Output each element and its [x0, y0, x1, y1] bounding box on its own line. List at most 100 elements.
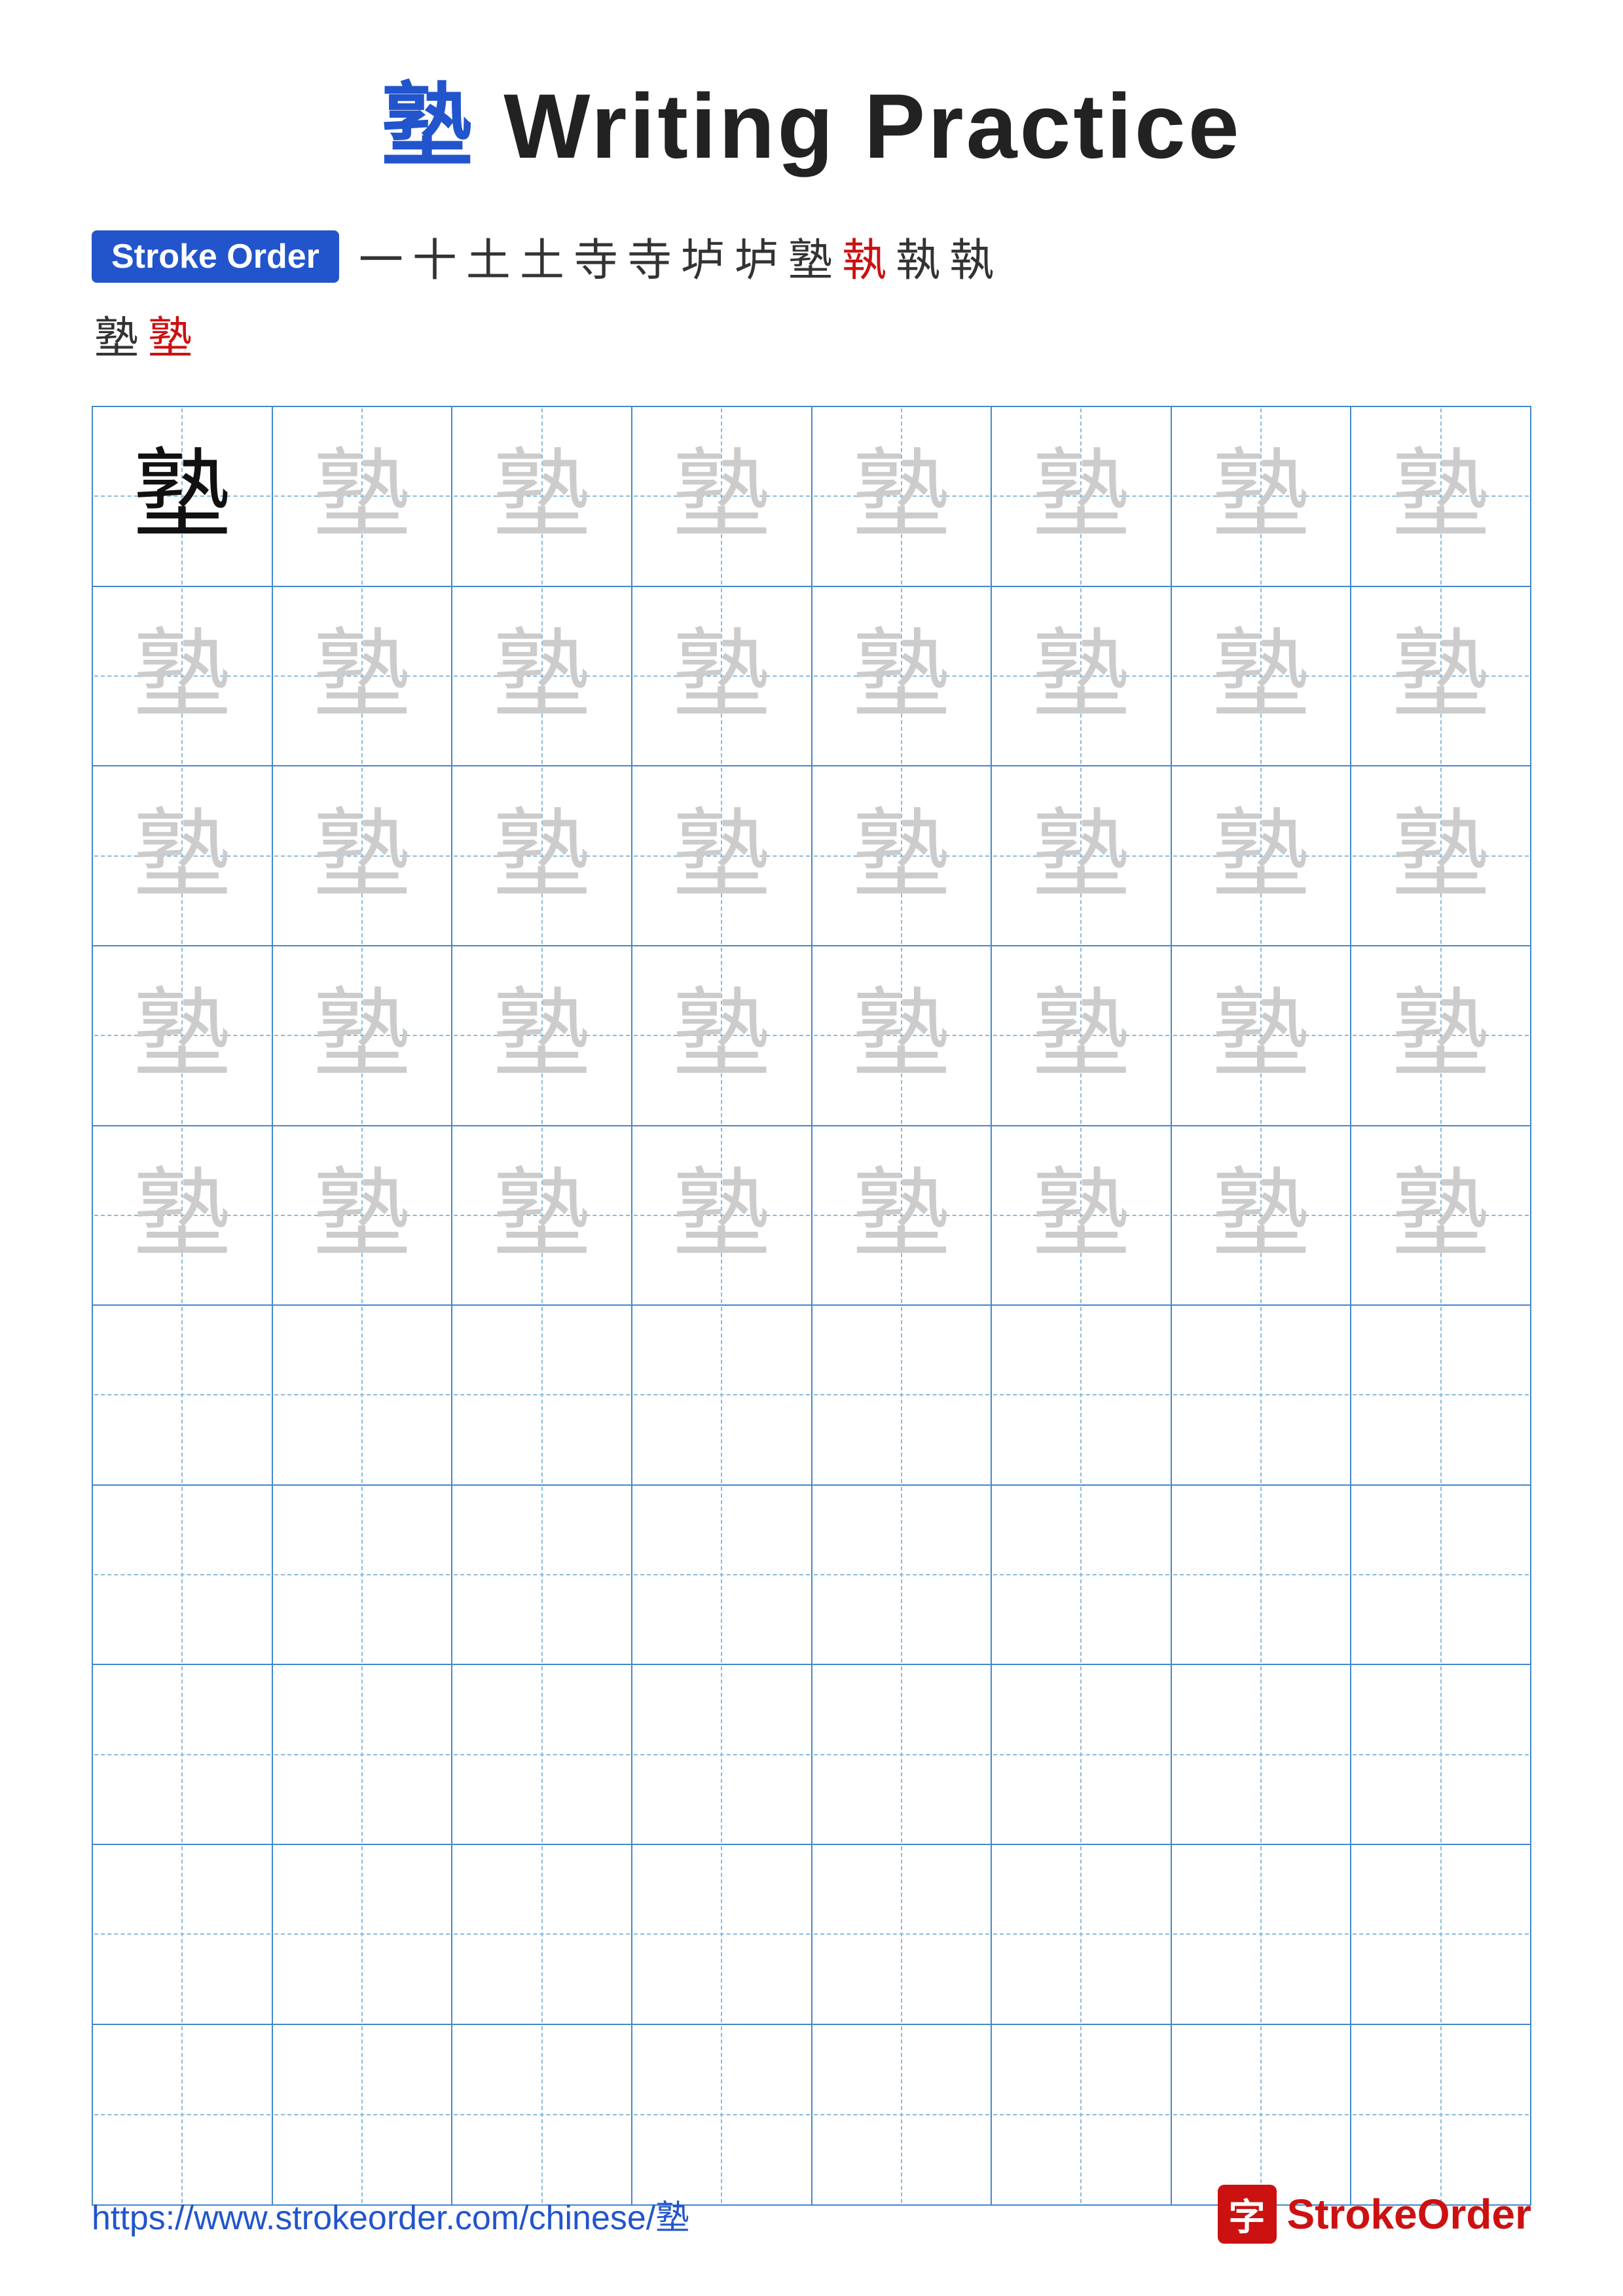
- grid-cell[interactable]: [1172, 1665, 1352, 1845]
- practice-char: 塾: [852, 1166, 951, 1265]
- grid-cell[interactable]: 塾: [273, 407, 453, 587]
- grid-cell[interactable]: 塾: [93, 766, 273, 946]
- practice-char: 塾: [852, 807, 951, 905]
- grid-cell[interactable]: 塾: [273, 946, 453, 1126]
- grid-cell[interactable]: [452, 1486, 632, 1666]
- grid-cell[interactable]: [93, 1306, 273, 1486]
- grid-cell[interactable]: [93, 1665, 273, 1845]
- grid-cell[interactable]: [632, 1665, 812, 1845]
- grid-cell[interactable]: 塾: [632, 766, 812, 946]
- cell-guide-vertical: [181, 1487, 183, 1663]
- grid-cell[interactable]: [1172, 1845, 1352, 2025]
- grid-cell[interactable]: [1351, 1665, 1530, 1845]
- grid-cell[interactable]: [812, 1306, 993, 1486]
- grid-cell[interactable]: [1172, 1486, 1352, 1666]
- grid-cell[interactable]: 塾: [992, 407, 1172, 587]
- grid-cell[interactable]: [812, 1845, 993, 2025]
- grid-cell[interactable]: [812, 1665, 993, 1845]
- cell-guide-horizontal: [94, 1394, 270, 1395]
- grid-cell[interactable]: 塾: [93, 407, 273, 587]
- grid-cell[interactable]: [632, 1486, 812, 1666]
- grid-cell[interactable]: [452, 2025, 632, 2205]
- grid-cell[interactable]: [273, 1306, 453, 1486]
- grid-cell[interactable]: [812, 1486, 993, 1666]
- grid-cell[interactable]: 塾: [273, 766, 453, 946]
- grid-cell[interactable]: 塾: [273, 1126, 453, 1306]
- stroke-char: 執: [949, 224, 994, 289]
- grid-cell[interactable]: 塾: [992, 766, 1172, 946]
- cell-guide-vertical: [1440, 1487, 1442, 1663]
- stroke-chars-row2: 塾 塾: [94, 302, 1531, 367]
- grid-cell[interactable]: 塾: [1351, 946, 1530, 1126]
- grid-cell[interactable]: [632, 1845, 812, 2025]
- grid-cell[interactable]: [1351, 1486, 1530, 1666]
- grid-cell[interactable]: 塾: [812, 946, 993, 1126]
- grid-cell[interactable]: 塾: [992, 587, 1172, 767]
- cell-guide-horizontal: [454, 1394, 630, 1395]
- grid-cell[interactable]: [452, 1306, 632, 1486]
- practice-char: 塾: [672, 807, 771, 905]
- grid-cell[interactable]: 塾: [452, 766, 632, 946]
- grid-cell[interactable]: [992, 1306, 1172, 1486]
- grid-cell[interactable]: 塾: [812, 1126, 993, 1306]
- grid-cell[interactable]: [1351, 2025, 1530, 2205]
- grid-cell[interactable]: 塾: [1351, 766, 1530, 946]
- grid-cell[interactable]: [992, 1486, 1172, 1666]
- grid-cell[interactable]: 塾: [452, 946, 632, 1126]
- footer-url[interactable]: https://www.strokeorder.com/chinese/塾: [92, 2190, 689, 2239]
- grid-cell[interactable]: [992, 2025, 1172, 2205]
- grid-cell[interactable]: 塾: [452, 587, 632, 767]
- grid-cell[interactable]: 塾: [632, 946, 812, 1126]
- grid-cell[interactable]: 塾: [1172, 587, 1352, 767]
- grid-cell[interactable]: [452, 1665, 632, 1845]
- grid-cell[interactable]: 塾: [812, 587, 993, 767]
- grid-cell[interactable]: [93, 2025, 273, 2205]
- cell-guide-vertical: [1440, 1666, 1442, 1842]
- grid-cell[interactable]: 塾: [452, 407, 632, 587]
- grid-cell[interactable]: [812, 2025, 993, 2205]
- grid-cell[interactable]: [273, 1665, 453, 1845]
- cell-guide-vertical: [181, 2026, 183, 2204]
- stroke-char: 一: [359, 224, 403, 289]
- cell-guide-horizontal: [1173, 1933, 1349, 1935]
- cell-guide-vertical: [1260, 1307, 1262, 1483]
- grid-cell[interactable]: 塾: [1172, 1126, 1352, 1306]
- grid-cell[interactable]: 塾: [1172, 766, 1352, 946]
- cell-guide-vertical: [901, 1666, 902, 1842]
- grid-cell[interactable]: 塾: [1351, 1126, 1530, 1306]
- grid-cell[interactable]: 塾: [812, 766, 993, 946]
- grid-cell[interactable]: [1351, 1306, 1530, 1486]
- grid-cell[interactable]: 塾: [93, 1126, 273, 1306]
- grid-cell[interactable]: [632, 2025, 812, 2205]
- cell-guide-horizontal: [1353, 1933, 1529, 1935]
- grid-cell[interactable]: [273, 1486, 453, 1666]
- grid-cell[interactable]: 塾: [1351, 587, 1530, 767]
- grid-cell[interactable]: 塾: [632, 587, 812, 767]
- grid-cell[interactable]: [1351, 1845, 1530, 2025]
- grid-cell[interactable]: 塾: [93, 946, 273, 1126]
- practice-char: 塾: [493, 986, 591, 1085]
- grid-cell[interactable]: [452, 1845, 632, 2025]
- grid-cell[interactable]: 塾: [812, 407, 993, 587]
- stroke-order-badge: Stroke Order: [92, 230, 339, 283]
- grid-cell[interactable]: [992, 1845, 1172, 2025]
- grid-cell[interactable]: [992, 1665, 1172, 1845]
- title-rest: Writing Practice: [475, 75, 1241, 177]
- grid-cell[interactable]: 塾: [1172, 946, 1352, 1126]
- grid-cell[interactable]: [632, 1306, 812, 1486]
- grid-cell[interactable]: [273, 2025, 453, 2205]
- grid-cell[interactable]: 塾: [632, 407, 812, 587]
- grid-cell[interactable]: 塾: [93, 587, 273, 767]
- grid-cell[interactable]: 塾: [992, 1126, 1172, 1306]
- grid-cell[interactable]: 塾: [992, 946, 1172, 1126]
- grid-cell[interactable]: 塾: [632, 1126, 812, 1306]
- grid-cell[interactable]: 塾: [1172, 407, 1352, 587]
- grid-cell[interactable]: 塾: [273, 587, 453, 767]
- grid-cell[interactable]: [1172, 1306, 1352, 1486]
- grid-cell[interactable]: [273, 1845, 453, 2025]
- grid-cell[interactable]: [1172, 2025, 1352, 2205]
- grid-cell[interactable]: 塾: [1351, 407, 1530, 587]
- grid-cell[interactable]: 塾: [452, 1126, 632, 1306]
- grid-cell[interactable]: [93, 1845, 273, 2025]
- grid-cell[interactable]: [93, 1486, 273, 1666]
